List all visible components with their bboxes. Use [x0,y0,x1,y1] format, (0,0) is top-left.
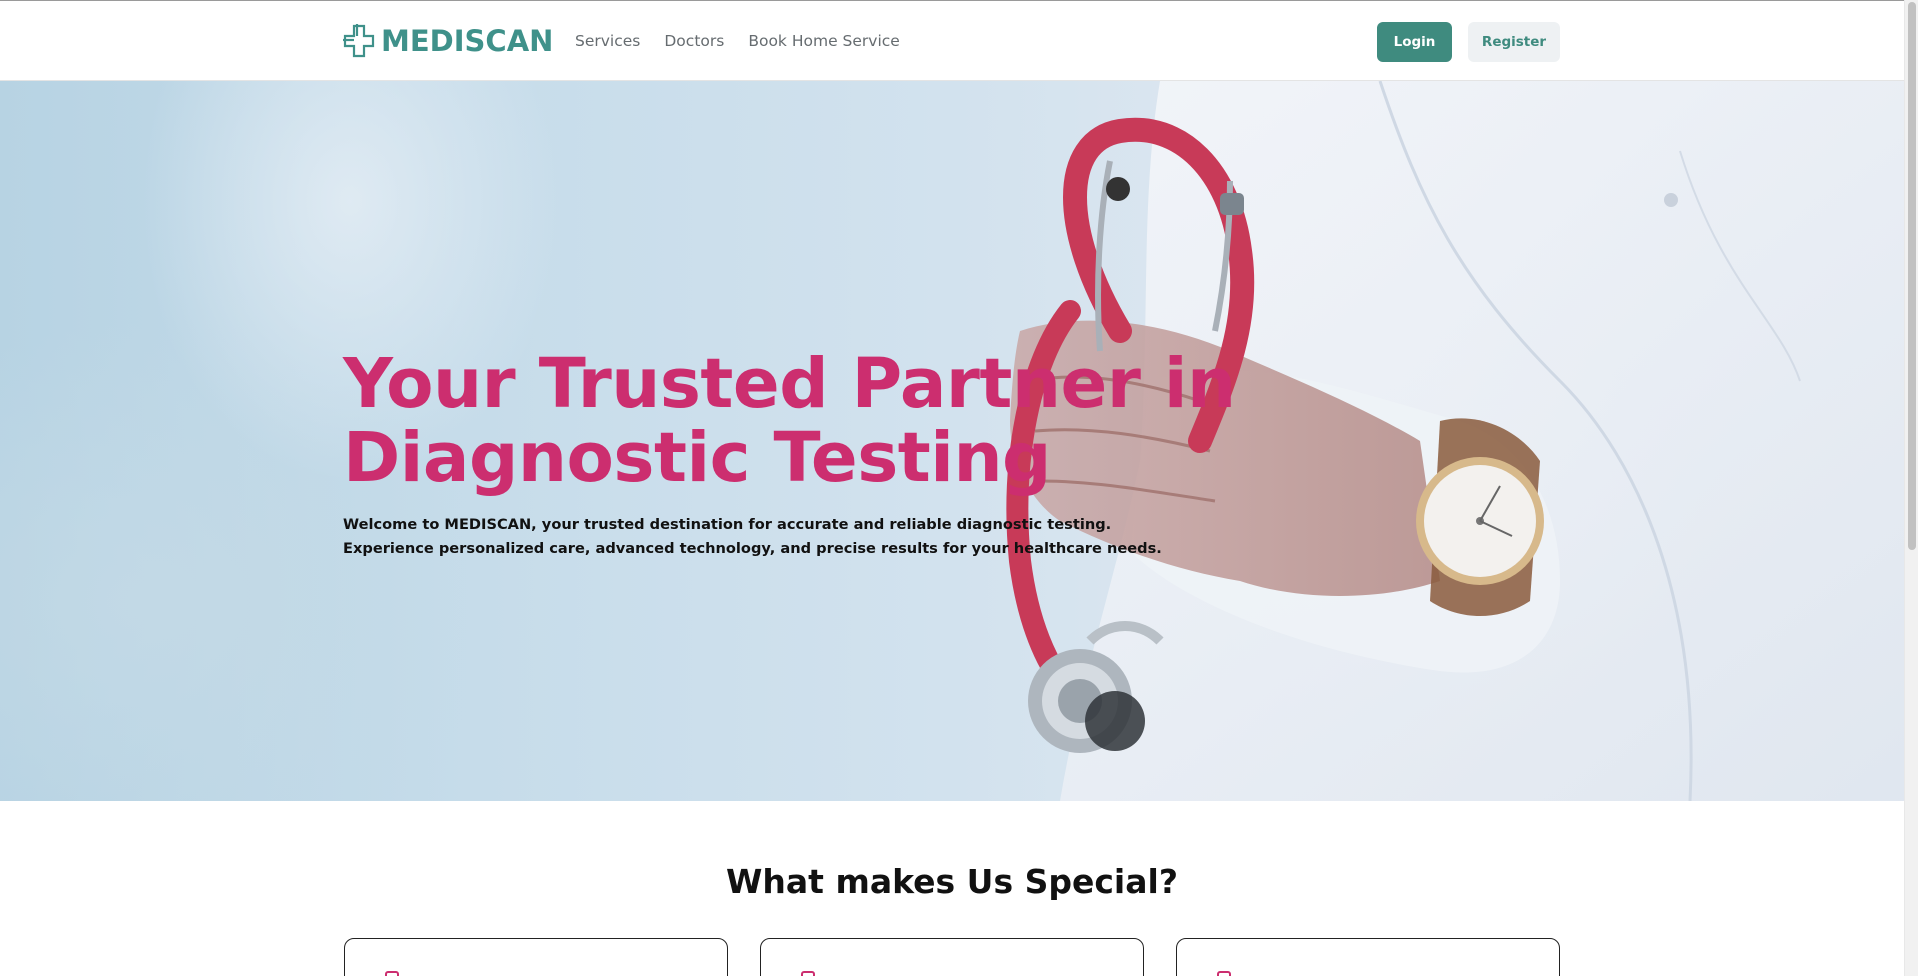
feature-card [760,938,1144,976]
brand-name: MEDISCAN [381,24,554,58]
medical-cross-logo-icon [343,24,375,58]
feature-card [344,938,728,976]
hero-section: Your Trusted Partner in Diagnostic Testi… [0,81,1904,801]
nav-link-doctors[interactable]: Doctors [664,29,724,53]
hero-description: Welcome to MEDISCAN, your trusted destin… [343,516,1162,557]
feature-icon [1217,971,1231,976]
nav-link-services[interactable]: Services [575,29,640,53]
main-nav: Services Doctors Book Home Service [575,29,924,53]
scrollbar-thumb[interactable] [1908,2,1916,550]
hero-title-line2: Diagnostic Testing [343,418,1051,498]
special-section-title: What makes Us Special? [726,862,1178,901]
hero-title: Your Trusted Partner in Diagnostic Testi… [343,347,1243,495]
login-button[interactable]: Login [1377,22,1452,62]
feature-card [1176,938,1560,976]
register-button[interactable]: Register [1468,22,1560,62]
hero-title-line1: Your Trusted Partner in [343,344,1236,424]
page-scrollbar[interactable] [1904,0,1918,976]
nav-link-book-home-service[interactable]: Book Home Service [748,29,900,53]
navbar: MEDISCAN Services Doctors Book Home Serv… [0,0,1904,81]
feature-icon [385,971,399,976]
brand-logo[interactable]: MEDISCAN [343,23,553,59]
feature-icon [801,971,815,976]
